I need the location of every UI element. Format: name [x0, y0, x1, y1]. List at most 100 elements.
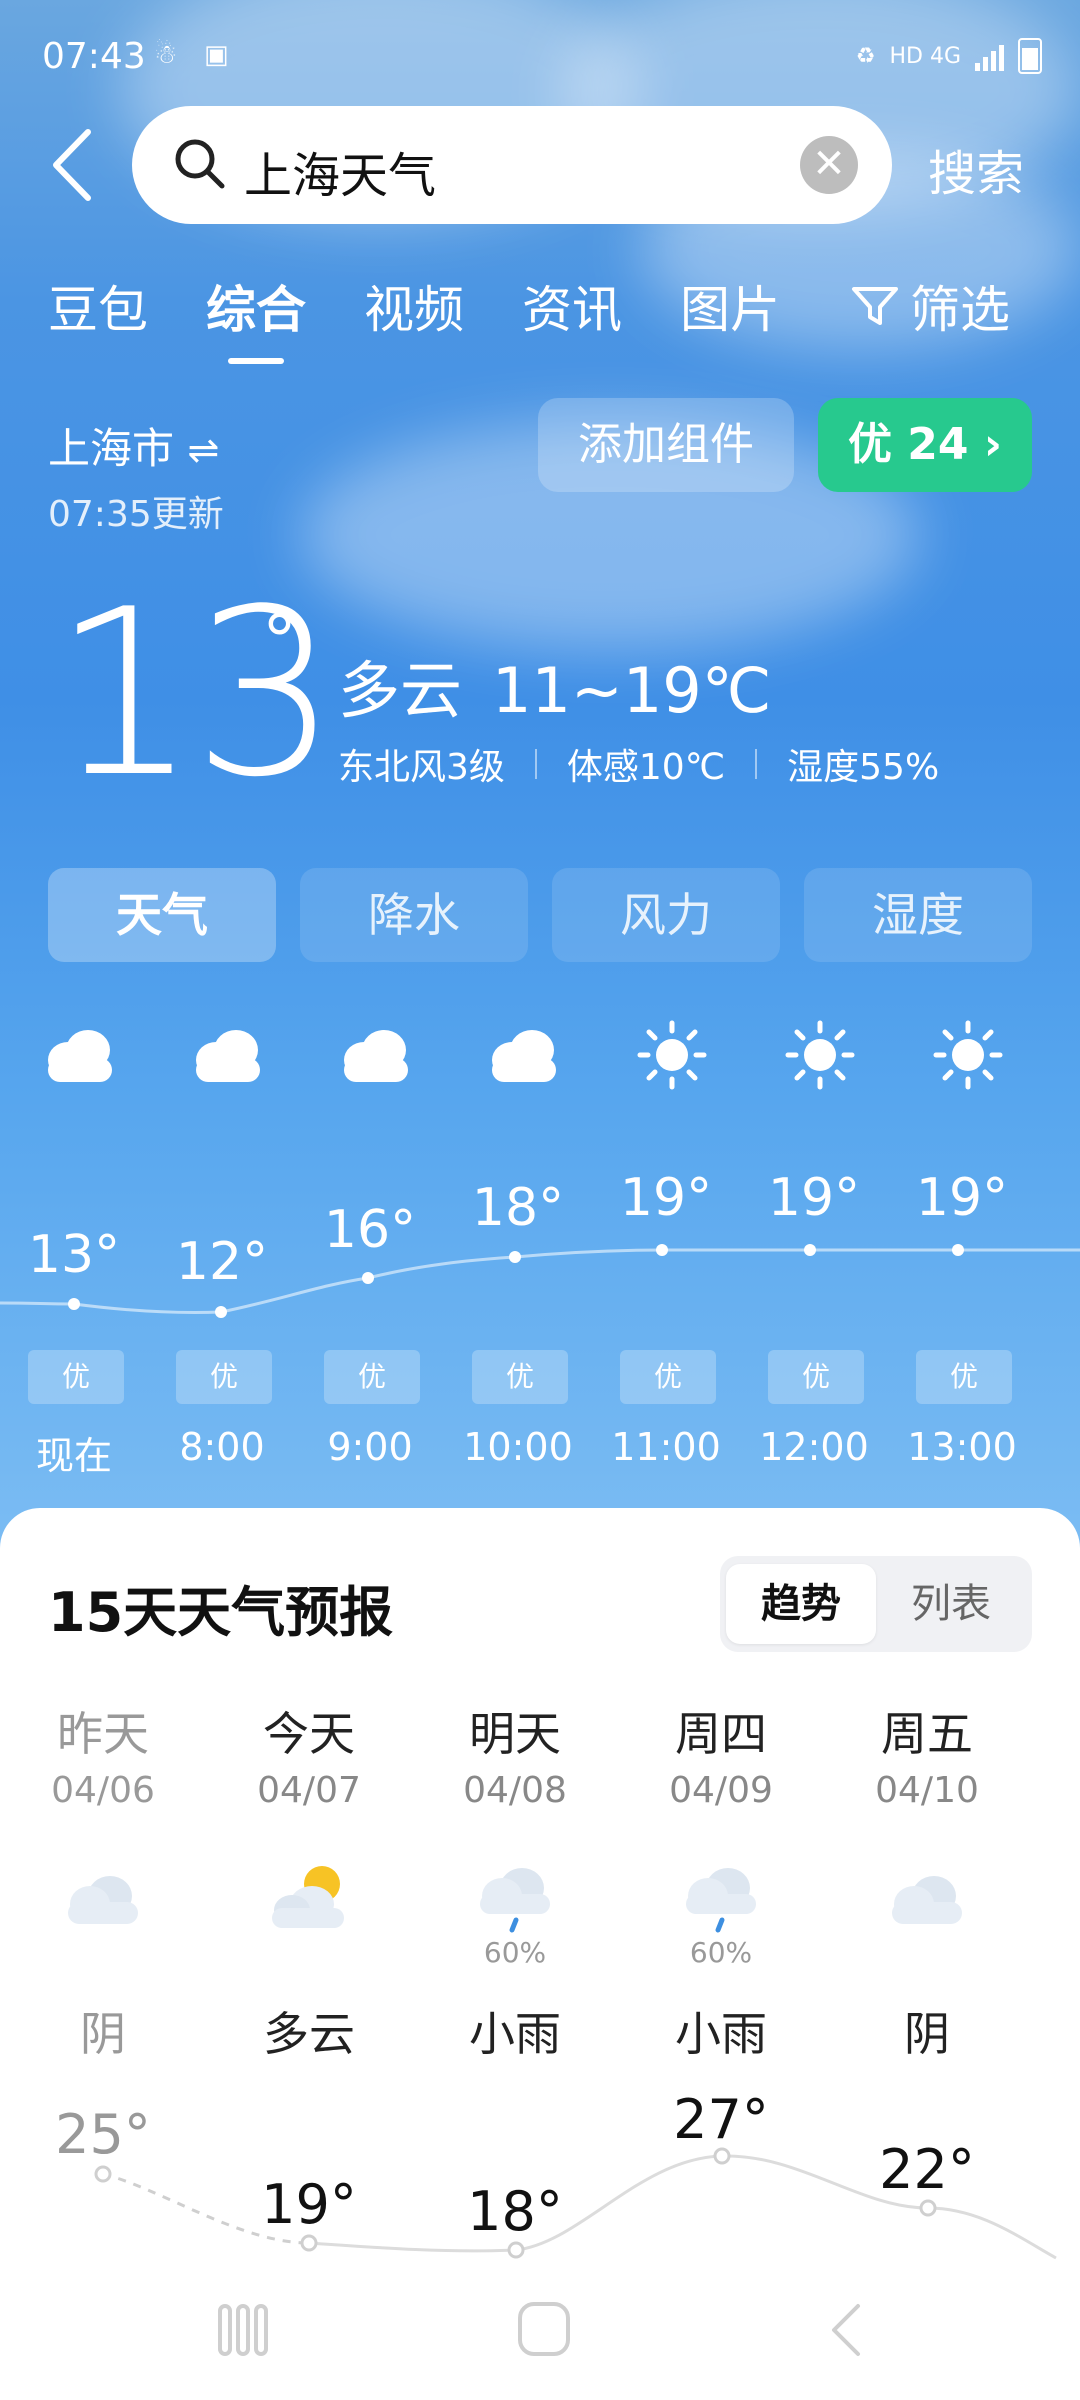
day-high: 27°: [673, 2088, 769, 2151]
hourly-temp: 16°: [323, 1200, 417, 1260]
hourly-temp: 19°: [915, 1168, 1009, 1228]
notification-icon: ☃: [154, 40, 178, 70]
subtab-weather[interactable]: 天气: [48, 868, 276, 962]
temp-range: 11~19℃: [492, 654, 772, 727]
day-high: 19°: [261, 2173, 357, 2236]
day-high: 25°: [55, 2103, 151, 2166]
hourly-time: 13:00: [907, 1425, 1017, 1469]
day-date: 04/09: [669, 1770, 773, 1811]
clear-icon[interactable]: ✕: [800, 136, 858, 194]
hourly-time: 现在: [35, 1434, 112, 1478]
add-widget-button[interactable]: 添加组件: [538, 398, 794, 492]
subtab-wind[interactable]: 风力: [552, 868, 780, 962]
hourly-forecast: 13° 优 现在 12° 优 8:00 16° 优 9:00 18° 优 10:…: [0, 1000, 1080, 1500]
day-high: 22°: [879, 2138, 975, 2201]
hourly-aqi: 优: [28, 1350, 124, 1404]
hourly-time: 12:00: [759, 1425, 869, 1469]
nav-back-icon[interactable]: [822, 2300, 870, 2360]
back-button[interactable]: [48, 120, 98, 210]
weather-details: 东北风3级 体感10℃ 湿度55%: [338, 738, 939, 790]
tab-doubao[interactable]: 豆包: [48, 270, 148, 342]
day-date: 04/07: [257, 1770, 361, 1811]
day-date: 04/06: [51, 1770, 155, 1811]
status-time: 07:43: [42, 36, 146, 77]
day-condition: 小雨: [469, 2007, 561, 2061]
tab-comprehensive[interactable]: 综合: [206, 270, 306, 342]
day-name: 周四: [675, 1707, 767, 1761]
cloud-icon: [196, 1030, 260, 1082]
light-rain-icon: [480, 1868, 550, 1933]
hourly-time: 11:00: [611, 1425, 721, 1469]
sun-icon: [933, 1020, 1003, 1090]
hourly-time: 9:00: [327, 1425, 413, 1469]
tab-images[interactable]: 图片: [680, 270, 780, 342]
tab-video[interactable]: 视频: [364, 270, 464, 342]
overcast-icon: [68, 1876, 138, 1924]
aqi-badge[interactable]: 优 24 ›: [818, 398, 1032, 492]
degree-symbol: °: [262, 600, 297, 682]
condition-text: 多云: [338, 654, 463, 727]
app-icon: ▣: [204, 40, 229, 70]
hourly-temp: 12°: [175, 1232, 269, 1292]
hourly-aqi: 优: [472, 1350, 568, 1404]
filter-icon: [852, 287, 898, 325]
system-nav-bar: [0, 2270, 1080, 2400]
hourly-aqi: 优: [324, 1350, 420, 1404]
sun-icon: [785, 1020, 855, 1090]
hourly-aqi: 优: [176, 1350, 272, 1404]
precip-chance: 60%: [689, 1936, 753, 1969]
search-tabs: 豆包 综合 视频 资讯 图片 筛选: [0, 270, 1080, 360]
tab-filter[interactable]: 筛选: [850, 270, 1010, 342]
humidity: 湿度55%: [787, 747, 940, 788]
signal-icon: [975, 41, 1004, 71]
hourly-aqi: 优: [916, 1350, 1012, 1404]
recycle-icon: ♻: [855, 43, 876, 69]
recent-apps-icon[interactable]: [216, 2300, 272, 2360]
day-high: 18°: [467, 2180, 563, 2243]
search-query: 上海天气: [244, 148, 437, 204]
location-switch[interactable]: 上海市 ⇌: [48, 415, 219, 476]
sun-icon: [637, 1020, 707, 1090]
day-condition: 阴: [904, 2007, 950, 2061]
search-input[interactable]: 上海天气 ✕: [132, 106, 892, 224]
update-time: 07:35更新: [48, 494, 224, 535]
cloud-icon: [344, 1030, 408, 1082]
day-name: 周五: [881, 1707, 973, 1761]
search-button[interactable]: 搜索: [928, 134, 1024, 204]
current-condition: 多云 11~19℃: [338, 640, 771, 730]
hourly-time: 8:00: [179, 1425, 265, 1469]
chevron-left-icon: [53, 129, 91, 201]
cloud-icon: [492, 1030, 556, 1082]
feels-like: 体感10℃: [566, 747, 726, 788]
hourly-temp: 13°: [27, 1225, 121, 1285]
hourly-time: 10:00: [463, 1425, 573, 1469]
status-bar: 07:43 ☃ ▣ ♻ HD 4G: [0, 0, 1080, 120]
day-condition: 阴: [80, 2007, 126, 2061]
search-icon: [175, 139, 225, 189]
day-condition: 多云: [263, 2007, 355, 2061]
status-network-text: HD 4G: [889, 43, 961, 69]
hourly-aqi: 优: [768, 1350, 864, 1404]
precip-chance: 60%: [483, 1936, 547, 1969]
home-icon[interactable]: [514, 2298, 574, 2360]
tab-news[interactable]: 资讯: [522, 270, 622, 342]
day-name: 昨天: [57, 1707, 149, 1761]
aqi-label: 优 24: [847, 419, 969, 470]
divider: [755, 749, 758, 779]
divider: [534, 749, 537, 779]
wind: 东北风3级: [338, 747, 505, 788]
hourly-aqi: 优: [620, 1350, 716, 1404]
day-date: 04/10: [875, 1770, 979, 1811]
subtab-humidity[interactable]: 湿度: [804, 868, 1032, 962]
subtab-precipitation[interactable]: 降水: [300, 868, 528, 962]
partly-cloudy-icon: [272, 1866, 344, 1928]
hourly-temp: 19°: [619, 1168, 713, 1228]
hourly-temp: 19°: [767, 1168, 861, 1228]
light-rain-icon: [686, 1868, 756, 1933]
cloud-icon: [48, 1030, 112, 1082]
forecast-card: 15天天气预报 趋势 列表 昨天 04/06 阴 25° 今天 04/07 多云…: [0, 1508, 1080, 2400]
city-name: 上海市: [48, 424, 175, 473]
tab-filter-label: 筛选: [910, 281, 1010, 339]
hourly-temp: 18°: [471, 1178, 565, 1238]
swap-icon: ⇌: [187, 428, 220, 472]
